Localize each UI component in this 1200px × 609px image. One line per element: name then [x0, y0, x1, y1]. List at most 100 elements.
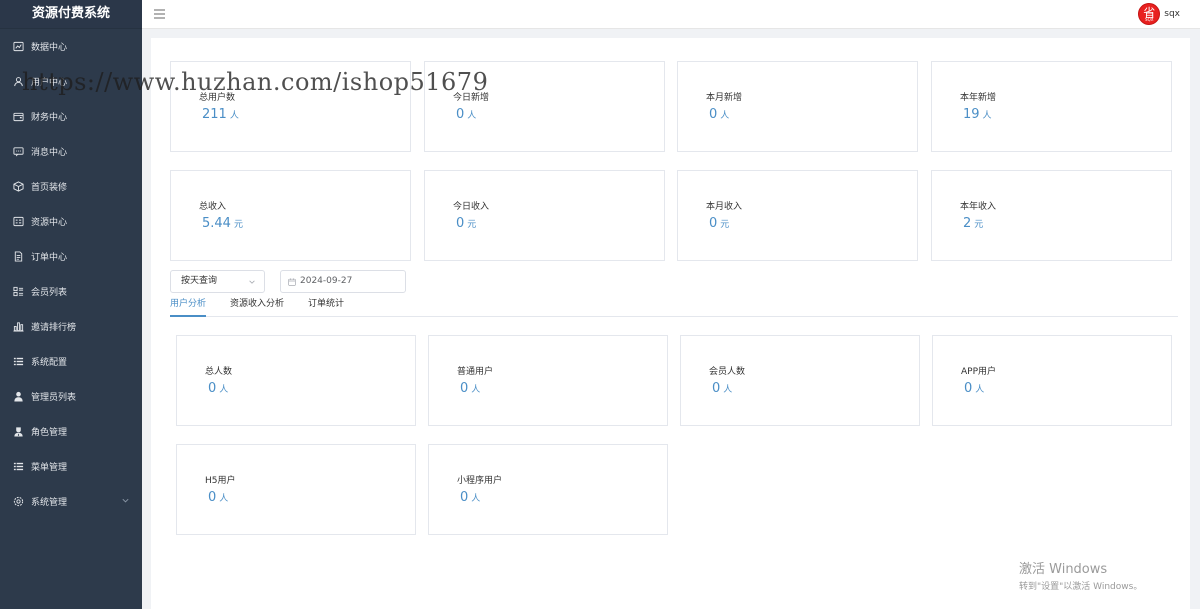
stat-card-total-income: 总收入 5.44 元	[170, 170, 411, 261]
avatar-subtext: SQX	[1145, 17, 1154, 22]
stat-value: 0元	[709, 216, 730, 231]
analysis-tabs: 用户分析 资源收入分析 订单统计	[170, 296, 1178, 317]
stat-value: 0元	[456, 216, 477, 231]
windows-activation-hint: 转到"设置"以激活 Windows。	[1019, 582, 1143, 592]
sidebar-item-invite-ranking[interactable]: 邀请排行榜	[0, 309, 142, 344]
sidebar-item-label: 订单中心	[31, 253, 68, 263]
analysis-card-miniprogram-users: 小程序用户 0人	[428, 444, 668, 535]
sidebar-item-resource-center[interactable]: 资源中心	[0, 204, 142, 239]
message-icon	[12, 146, 24, 158]
sidebar-menu: 数据中心 用户中心 财务中心 消息中心 首页装修 资源中心 订单中心 会员列表 …	[0, 29, 142, 519]
role-icon	[12, 426, 24, 438]
sidebar-item-homepage-decoration[interactable]: 首页装修	[0, 169, 142, 204]
tab-resource-income-analysis[interactable]: 资源收入分析	[230, 296, 284, 317]
stat-value: 0人	[456, 107, 477, 122]
sidebar-item-admin-list[interactable]: 管理员列表	[0, 379, 142, 414]
sidebar-item-label: 财务中心	[31, 113, 68, 123]
sidebar-item-member-list[interactable]: 会员列表	[0, 274, 142, 309]
stat-label: 本月收入	[706, 202, 743, 212]
calendar-icon	[288, 278, 296, 286]
sidebar-item-menu-management[interactable]: 菜单管理	[0, 449, 142, 484]
stat-card-year-new: 本年新增 19 人	[931, 61, 1172, 152]
stat-label: 会员人数	[709, 367, 746, 377]
analysis-card-members: 会员人数 0人	[680, 335, 920, 426]
windows-activation-notice: 激活 Windows 转到"设置"以激活 Windows。	[1019, 558, 1142, 592]
person-icon	[12, 391, 24, 403]
user-menu[interactable]: 省 SQX sqx	[1138, 3, 1180, 25]
sidebar-item-system-management[interactable]: 系统管理	[0, 484, 142, 519]
stat-value: 5.44 元	[202, 216, 243, 231]
sidebar-item-system-config[interactable]: 系统配置	[0, 344, 142, 379]
grid-list-icon	[12, 286, 24, 298]
stat-label: APP用户	[961, 367, 997, 377]
stat-value: 0人	[460, 490, 481, 505]
sidebar-item-label: 会员列表	[31, 288, 68, 298]
sidebar-item-label: 消息中心	[31, 148, 68, 158]
stat-value: 211 人	[202, 107, 239, 122]
sidebar-item-label: 首页装修	[31, 183, 68, 193]
stat-value: 2元	[963, 216, 984, 231]
sidebar-item-label: 角色管理	[31, 428, 68, 438]
menu-list-icon	[12, 461, 24, 473]
chevron-down-icon	[122, 498, 129, 503]
date-value: 2024-09-27	[300, 276, 353, 286]
stat-label: 本月新增	[706, 93, 743, 103]
sidebar-item-label: 系统配置	[31, 358, 68, 368]
stat-card-month-income: 本月收入 0元	[677, 170, 918, 261]
resource-icon	[12, 216, 24, 228]
analysis-card-app-users: APP用户 0人	[932, 335, 1172, 426]
stat-label: 普通用户	[457, 367, 494, 377]
chevron-down-icon	[249, 280, 255, 284]
sidebar-item-label: 资源中心	[31, 218, 68, 228]
stat-value: 0人	[712, 381, 733, 396]
sidebar-item-role-management[interactable]: 角色管理	[0, 414, 142, 449]
top-header: 省 SQX sqx	[142, 0, 1200, 29]
tab-user-analysis[interactable]: 用户分析	[170, 296, 207, 317]
stat-card-year-income: 本年收入 2元	[931, 170, 1172, 261]
sidebar-item-order-center[interactable]: 订单中心	[0, 239, 142, 274]
list-icon	[12, 356, 24, 368]
username: sqx	[1164, 9, 1180, 19]
stat-value: 0人	[208, 490, 229, 505]
watermark-url: https://www.huzhan.com/ishop51679	[22, 68, 489, 96]
stat-card-today-income: 今日收入 0元	[424, 170, 665, 261]
sidebar-item-data-center[interactable]: 数据中心	[0, 29, 142, 64]
stat-value: 19 人	[963, 107, 992, 122]
hamburger-menu-icon[interactable]	[154, 9, 165, 19]
cube-icon	[12, 181, 24, 193]
analysis-card-h5-users: H5用户 0人	[176, 444, 416, 535]
stat-label: 小程序用户	[457, 476, 503, 486]
stat-label: 总收入	[199, 202, 227, 212]
stat-label: 本年收入	[960, 202, 997, 212]
date-picker[interactable]: 2024-09-27	[280, 270, 406, 293]
document-icon	[12, 251, 24, 263]
analysis-card-regular-users: 普通用户 0人	[428, 335, 668, 426]
stat-label: 今日收入	[453, 202, 490, 212]
sidebar-item-label: 系统管理	[31, 498, 68, 508]
stat-value: 0人	[460, 381, 481, 396]
bar-chart-icon	[12, 321, 24, 333]
dashboard-icon	[12, 41, 24, 53]
windows-activation-title: 激活 Windows	[1019, 562, 1108, 577]
app-title: 资源付费系统	[0, 0, 142, 29]
sidebar-item-label: 邀请排行榜	[31, 323, 77, 333]
query-mode-select[interactable]: 按天查询	[170, 270, 265, 293]
avatar[interactable]: 省 SQX	[1138, 3, 1161, 25]
query-mode-value: 按天查询	[181, 276, 218, 286]
sidebar-item-message-center[interactable]: 消息中心	[0, 134, 142, 169]
stat-value: 0人	[964, 381, 985, 396]
wallet-icon	[12, 111, 24, 123]
gear-icon	[12, 496, 24, 508]
sidebar-item-label: 数据中心	[31, 43, 68, 53]
tab-order-statistics[interactable]: 订单统计	[308, 296, 344, 317]
stat-label: 总人数	[205, 367, 233, 377]
sidebar-item-finance-center[interactable]: 财务中心	[0, 99, 142, 134]
stat-value: 0人	[208, 381, 229, 396]
sidebar-item-label: 管理员列表	[31, 393, 77, 403]
stat-card-month-new: 本月新增 0人	[677, 61, 918, 152]
analysis-card-total-people: 总人数 0人	[176, 335, 416, 426]
stat-value: 0人	[709, 107, 730, 122]
sidebar-item-label: 菜单管理	[31, 463, 68, 473]
stat-label: 本年新增	[960, 93, 997, 103]
stat-label: H5用户	[205, 476, 236, 486]
